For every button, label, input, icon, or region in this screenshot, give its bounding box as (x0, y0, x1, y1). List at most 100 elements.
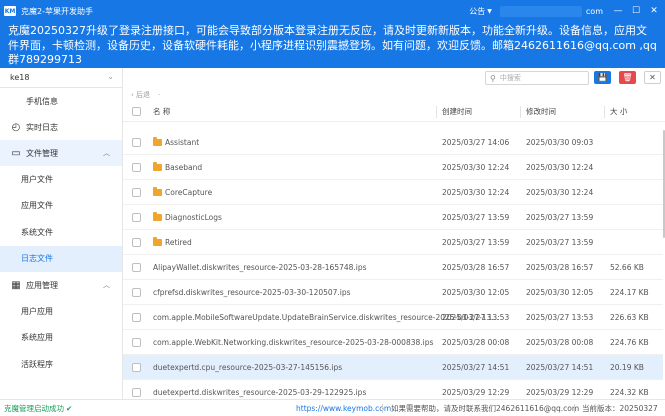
row-checkbox[interactable] (132, 163, 141, 172)
sidebar-item-app-files[interactable]: 应用文件 (0, 193, 122, 220)
file-name-cell: DiagnosticLogs (153, 211, 222, 222)
file-table-body: Assistant 2025/03/27 14:06 2025/03/30 09:0… (123, 130, 663, 399)
row-checkbox[interactable] (132, 388, 141, 397)
table-row[interactable]: Assistant 2025/03/27 14:06 2025/03/30 09:0… (123, 130, 663, 155)
folder-icon (153, 236, 162, 246)
file-name-cell: Assistant (153, 136, 200, 147)
created-time: 2025/03/30 12:05 (442, 287, 510, 297)
modified-time: 2025/03/27 13:59 (526, 212, 594, 222)
sidebar-item-label: 实时日志 (26, 122, 58, 132)
created-time: 2025/03/27 14:06 (442, 137, 510, 147)
select-all-checkbox[interactable] (132, 107, 141, 116)
notice-button[interactable]: 公告 (469, 6, 485, 17)
table-row[interactable]: com.apple.WebKit.Networking.diskwrites_r… (123, 330, 663, 355)
back-button[interactable]: ‹ 后退 (131, 90, 150, 100)
sidebar-item-label: 文件管理 (26, 148, 58, 158)
table-row[interactable]: AlipayWallet.diskwrites_resource-2025-03… (123, 255, 663, 280)
created-time: 2025/03/29 12:29 (442, 387, 510, 397)
table-row[interactable]: cfprefsd.diskwrites_resource-2025-03-30-… (123, 280, 663, 305)
account-email-field[interactable] (499, 5, 582, 17)
sort-icon[interactable]: ⌃ (623, 108, 628, 115)
website-link[interactable]: https://www.keymob.com (296, 404, 391, 413)
log-icon: ◴ (11, 121, 21, 133)
search-input[interactable] (499, 74, 586, 82)
row-checkbox[interactable] (132, 363, 141, 372)
column-header-created[interactable]: 创建时间 (442, 106, 472, 117)
device-selector[interactable]: ke18 ⌄ (0, 68, 122, 88)
file-name: Assistant (165, 137, 200, 147)
file-name: cfprefsd.diskwrites_resource-2025-03-30-… (153, 287, 351, 297)
sidebar-item-file-management[interactable]: ▭ 文件管理 ︿ (0, 140, 122, 166)
folder-icon (153, 136, 162, 146)
table-row[interactable]: DiagnosticLogs 2025/03/27 13:59 2025/03/27… (123, 205, 663, 230)
close-window-button[interactable]: ✕ (647, 6, 661, 16)
created-time: 2025/03/28 16:57 (442, 262, 510, 272)
save-button[interactable]: 💾 (594, 71, 611, 84)
announcement-banner: 克魔20250327升级了登录注册接口，可能会导致部分版本登录注册无反应，请及时… (0, 22, 665, 68)
status-message: 克魔管理启动成功 (4, 403, 64, 413)
status-divider (574, 404, 575, 413)
file-name-cell: CoreCapture (153, 186, 213, 197)
created-time: 2025/03/28 00:08 (442, 337, 510, 347)
folder-icon (153, 161, 162, 171)
column-divider[interactable] (604, 106, 605, 118)
table-row[interactable]: duetexpertd.diskwrites_resource-2025-03-… (123, 380, 663, 399)
table-row[interactable]: com.apple.MobileSoftwareUpdate.UpdateBra… (123, 305, 663, 330)
title-bar: KM 克魔2-苹果开发助手 公告 ▼ com — ☐ ✕ (0, 0, 665, 22)
row-checkbox[interactable] (132, 263, 141, 272)
sidebar-item-phone-info[interactable]: 手机信息 (0, 88, 122, 114)
sidebar-item-user-files[interactable]: 用户文件 (0, 166, 122, 193)
file-size: 20.19 KB (610, 362, 644, 372)
modified-time: 2025/03/30 12:24 (526, 187, 594, 197)
column-divider[interactable] (520, 106, 521, 118)
chevron-down-icon[interactable]: ▼ (487, 8, 492, 15)
close-button[interactable]: ✕ (644, 71, 661, 84)
file-name: com.apple.WebKit.Networking.diskwrites_r… (153, 337, 434, 347)
sidebar-item-label: 应用管理 (26, 280, 58, 290)
version-value: 20250327 (619, 403, 658, 413)
modified-time: 2025/03/28 16:57 (526, 262, 594, 272)
row-checkbox[interactable] (132, 188, 141, 197)
chevron-down-icon[interactable]: ⌄ (107, 72, 114, 81)
app-logo: KM (4, 6, 16, 16)
column-header-name[interactable]: 名 称 (153, 106, 170, 117)
row-checkbox[interactable] (132, 313, 141, 322)
device-name: ke18 (10, 73, 30, 82)
sidebar-item-system-files[interactable]: 系统文件 (0, 219, 122, 246)
row-checkbox[interactable] (132, 238, 141, 247)
row-checkbox[interactable] (132, 138, 141, 147)
file-name: Baseband (165, 162, 203, 172)
modified-time: 2025/03/27 13:59 (526, 237, 594, 247)
table-row[interactable]: Baseband 2025/03/30 12:24 2025/03/30 12:24 (123, 155, 663, 180)
version-label: 当前版本： (582, 403, 620, 413)
sidebar-item-system-apps[interactable]: 系统应用 (0, 325, 122, 352)
file-name: CoreCapture (165, 187, 213, 197)
sidebar-item-active-processes[interactable]: 活跃程序 (0, 351, 122, 378)
file-name: DiagnosticLogs (165, 212, 222, 222)
table-row[interactable]: duetexpertd.cpu_resource-2025-03-27-1451… (123, 355, 663, 380)
file-size: 224.76 KB (610, 337, 649, 347)
row-checkbox[interactable] (132, 338, 141, 347)
app-title: 克魔2-苹果开发助手 (21, 6, 93, 16)
file-name: duetexpertd.cpu_resource-2025-03-27-1451… (153, 362, 343, 372)
sidebar-item-log-files[interactable]: 日志文件 (0, 245, 122, 272)
table-row[interactable]: Retired 2025/03/27 13:59 2025/03/27 13:59 (123, 230, 663, 255)
modified-time: 2025/03/27 14:51 (526, 362, 594, 372)
file-name: AlipayWallet.diskwrites_resource-2025-03… (153, 262, 367, 272)
check-icon: ✔ (66, 403, 73, 413)
delete-button[interactable]: 🗑 (619, 71, 636, 84)
minimize-button[interactable]: — (611, 6, 625, 16)
row-checkbox[interactable] (132, 213, 141, 222)
file-name-cell: cfprefsd.diskwrites_resource-2025-03-30-… (153, 288, 351, 297)
sidebar-item-app-management[interactable]: ▦ 应用管理 ︿ (0, 272, 122, 298)
created-time: 2025/03/27 13:59 (442, 237, 510, 247)
maximize-button[interactable]: ☐ (629, 6, 643, 16)
sidebar-item-realtime-log[interactable]: ◴ 实时日志 (0, 114, 122, 140)
modified-time: 2025/03/30 12:24 (526, 162, 594, 172)
column-header-modified[interactable]: 修改时间 (526, 106, 556, 117)
column-divider[interactable] (436, 106, 437, 118)
search-box[interactable]: ⚲ (485, 71, 589, 85)
sidebar-item-user-apps[interactable]: 用户应用 (0, 298, 122, 325)
table-row[interactable]: CoreCapture 2025/03/30 12:24 2025/03/30 12… (123, 180, 663, 205)
row-checkbox[interactable] (132, 288, 141, 297)
